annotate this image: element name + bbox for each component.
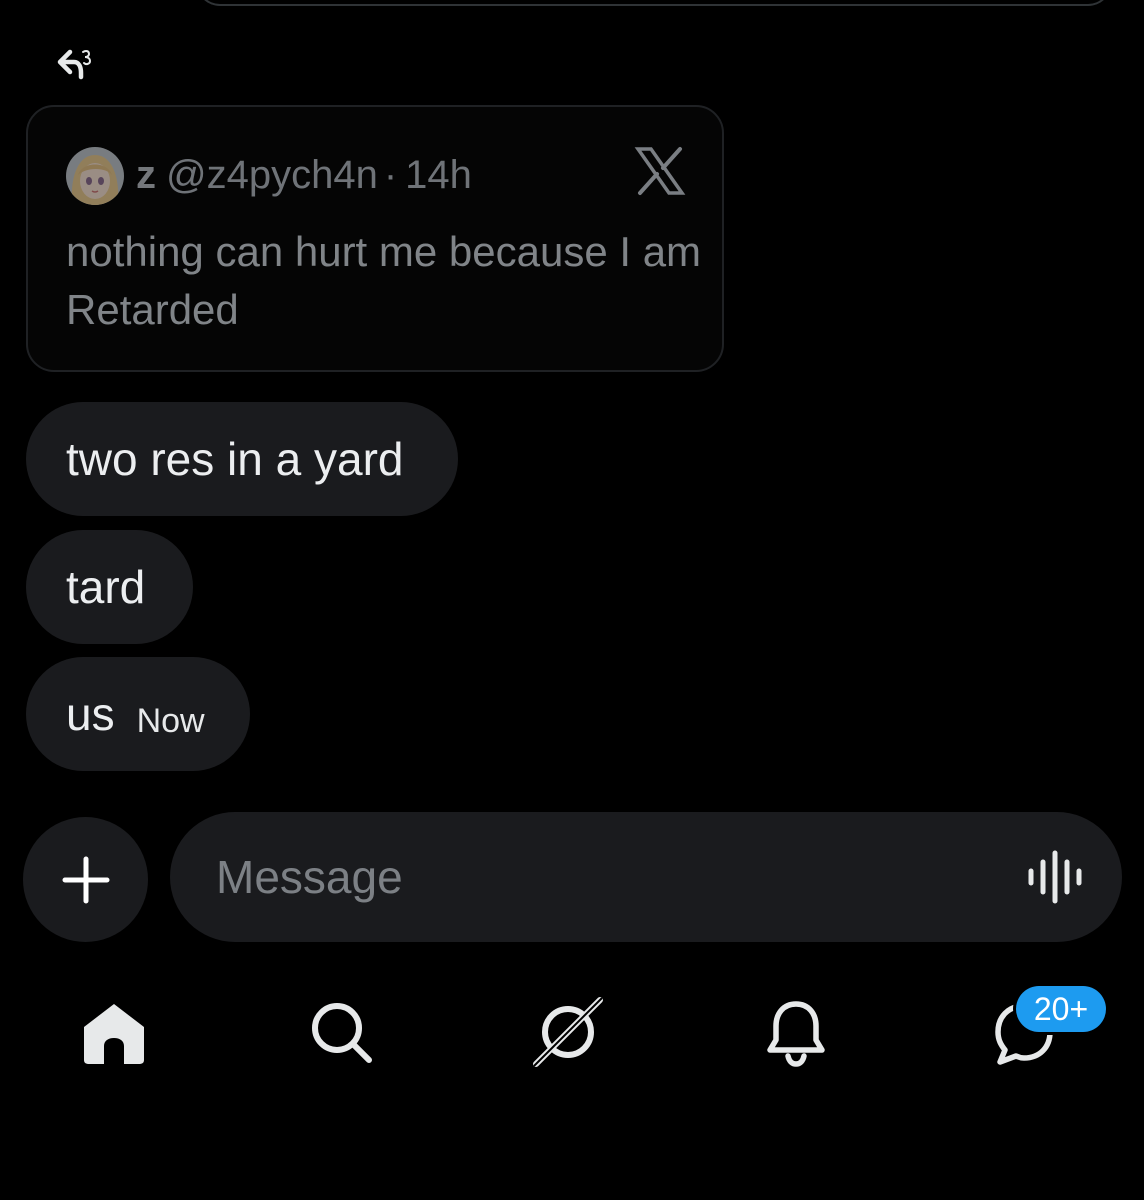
- previous-message-edge: [196, 0, 1112, 6]
- avatar[interactable]: [66, 147, 124, 205]
- home-icon[interactable]: [76, 994, 152, 1070]
- message-bubble[interactable]: us Now: [26, 657, 250, 771]
- author-name: z: [136, 153, 156, 197]
- post-time: 14h: [405, 153, 472, 197]
- message-bubble[interactable]: two res in a yard: [26, 402, 458, 516]
- message-input[interactable]: [216, 837, 996, 917]
- message-text: tard: [66, 561, 146, 613]
- plus-icon: [62, 856, 109, 903]
- grok-icon[interactable]: [530, 994, 606, 1070]
- x-logo-icon: [634, 147, 686, 195]
- bell-icon[interactable]: [758, 994, 834, 1070]
- author-handle: @z4pych4n: [166, 153, 378, 197]
- quoted-post-card[interactable]: z @z4pych4n · 14h nothing can hurt me be…: [26, 105, 724, 372]
- search-icon[interactable]: [303, 994, 379, 1070]
- add-attachment-button[interactable]: [23, 817, 148, 942]
- messages-badge: 20+: [1016, 986, 1106, 1032]
- message-text: us: [66, 688, 115, 740]
- quoted-post-text: nothing can hurt me because I am Retarde…: [66, 228, 702, 333]
- quoted-post-header: z @z4pych4n · 14h: [136, 151, 472, 199]
- separator-dot: ·: [383, 153, 398, 197]
- voice-message-icon[interactable]: [1026, 850, 1086, 904]
- message-timestamp: Now: [136, 701, 205, 740]
- message-composer: [170, 812, 1122, 942]
- reply-icon[interactable]: [56, 48, 96, 82]
- message-text: two res in a yard: [66, 433, 404, 485]
- message-bubble[interactable]: tard: [26, 530, 193, 644]
